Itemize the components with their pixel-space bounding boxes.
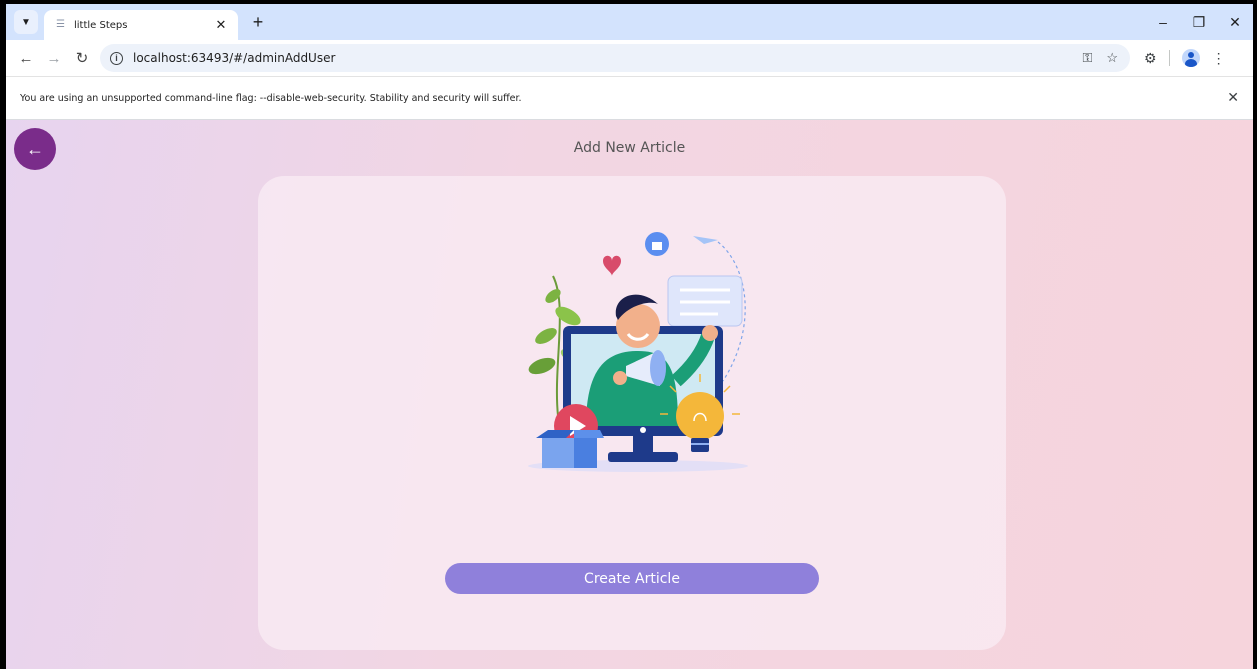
chevron-down-icon: ▼ xyxy=(21,16,31,28)
reload-button[interactable]: ↻ xyxy=(68,49,96,67)
password-key-icon[interactable]: ⚿ xyxy=(1082,50,1092,66)
page-favicon-icon: ☰ xyxy=(56,19,65,30)
infobar-message: You are using an unsupported command-lin… xyxy=(20,92,522,104)
window-controls: – ❐ ✕ xyxy=(1145,4,1253,40)
url-text: localhost:63493/#/adminAddUser xyxy=(133,51,336,65)
toolbar-divider xyxy=(1168,50,1170,66)
tab-little-steps[interactable]: ☰ little Steps ✕ xyxy=(44,10,238,40)
close-tab-icon[interactable]: ✕ xyxy=(212,17,230,33)
site-info-icon[interactable]: i xyxy=(110,51,123,65)
browser-toolbar: ← → ↻ i localhost:63493/#/adminAddUser ⚿… xyxy=(6,40,1253,76)
page-title: Add New Article xyxy=(573,140,686,156)
more-menu-icon[interactable]: ⋮ xyxy=(1212,50,1226,67)
unsupported-flag-infobar: You are using an unsupported command-lin… xyxy=(6,76,1253,120)
article-card: Create Article xyxy=(258,176,1006,650)
tab-search-button[interactable]: ▼ xyxy=(14,10,38,34)
forward-nav-button[interactable]: → xyxy=(40,50,68,67)
browser-window: ▼ ☰ little Steps ✕ + – ❐ ✕ ← → ↻ i local… xyxy=(6,4,1253,669)
address-bar[interactable]: i localhost:63493/#/adminAddUser ⚿ ☆ xyxy=(100,44,1130,72)
bookmark-star-icon[interactable]: ☆ xyxy=(1106,50,1118,66)
page-content: ← Add New Article Create Article xyxy=(6,120,1253,669)
tab-strip: ▼ ☰ little Steps ✕ + – ❐ ✕ xyxy=(6,4,1253,40)
close-window-button[interactable]: ✕ xyxy=(1217,4,1253,40)
new-tab-button[interactable]: + xyxy=(248,12,268,33)
restore-button[interactable]: ❐ xyxy=(1181,4,1217,40)
tab-title: little Steps xyxy=(74,19,128,31)
create-article-button[interactable]: Create Article xyxy=(445,563,819,594)
profile-avatar-icon[interactable] xyxy=(1181,49,1200,67)
minimize-button[interactable]: – xyxy=(1145,4,1181,40)
infobar-close-icon[interactable]: ✕ xyxy=(1227,90,1239,106)
extensions-puzzle-icon[interactable]: ⚙ xyxy=(1144,50,1157,67)
megaphone-monitor-illustration xyxy=(528,232,748,472)
back-nav-button[interactable]: ← xyxy=(12,50,40,67)
